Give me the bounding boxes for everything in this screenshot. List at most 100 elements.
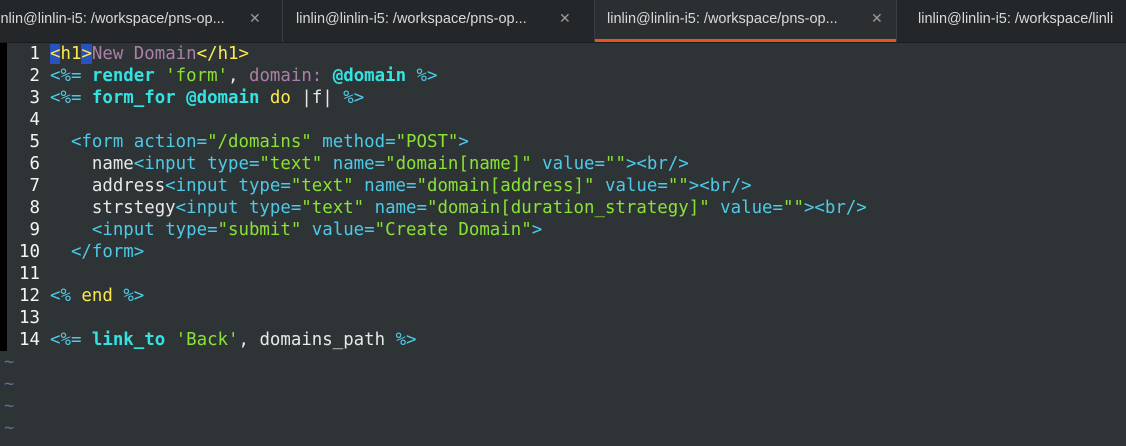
code-token: method= [322,132,396,152]
close-icon[interactable]: ✕ [249,11,261,27]
line-number: 5 [29,132,40,152]
line-number: 13 [19,308,40,328]
empty-line-marker: ~ [4,374,15,394]
code-text: strstegy<input type="text" name="domain[… [50,197,867,219]
code-line[interactable]: 8 strstegy<input type="text" name="domai… [0,197,1126,219]
code-line[interactable]: 9 <input type="submit" value="Create Dom… [0,219,1126,241]
code-token: %> [123,286,145,306]
code-token: "" [605,154,626,174]
code-text: name<input type="text" name="domain[name… [50,153,689,175]
code-line[interactable]: 13 [0,307,1126,329]
code-line[interactable]: 14 <%= link_to 'Back', domains_path %> [0,329,1126,351]
code-token: </ [196,44,218,64]
code-token: name= [332,154,386,174]
code-token: %> [416,66,438,86]
line-number: 4 [29,110,40,130]
code-text: <h1>New Domain</h1> [50,43,249,65]
code-token: New Domain [91,44,197,64]
code-token: > [458,132,469,152]
tab-title: linlin@linlin-i5: /workspace/pns-op... [296,11,527,27]
empty-line-marker: ~ [4,396,15,416]
code-token: "" [782,198,804,218]
code-token: render [91,66,155,86]
tab-4[interactable]: linlin@linlin-i5: /workspace/linli [897,0,1126,42]
code-line[interactable]: 5 <form action="/domains" method="POST"> [0,131,1126,153]
code-text: <form action="/domains" method="POST"> [50,131,469,153]
code-token: "text" [290,176,354,196]
code-token: <input [91,220,166,240]
code-line[interactable]: 7 address<input type="text" name="domain… [0,175,1126,197]
code-token: type= [207,154,260,174]
line-number: 6 [29,154,40,174]
code-text: <%= render 'form', domain: @domain %> [50,65,438,87]
line-number: 14 [19,330,40,350]
code-token: 'form' [165,66,229,86]
code-line[interactable]: 3 <%= form_for @domain do |f| %> [0,87,1126,109]
tab-3-active[interactable]: linlin@linlin-i5: /workspace/pns-op... ✕ [595,0,897,42]
code-token: "submit" [217,220,302,240]
code-line[interactable]: 11 [0,263,1126,285]
code-token: <%= [50,88,92,108]
close-icon[interactable]: ✕ [871,11,883,27]
code-line[interactable]: 1 <h1>New Domain</h1> [0,43,1126,65]
code-token: "domain[address]" [416,176,595,196]
code-token: < [50,44,61,64]
code-text: <% end %> [50,285,144,307]
tab-2[interactable]: linlin@linlin-i5: /workspace/pns-op... ✕ [283,0,595,42]
code-line[interactable]: 2 <%= render 'form', domain: @domain %> [0,65,1126,87]
code-line[interactable]: 4 [0,109,1126,131]
code-token: , [228,66,249,86]
line-number: 11 [19,264,40,284]
code-token: value= [604,176,668,196]
code-token: form_for [91,88,176,108]
line-number: 12 [19,286,40,306]
code-text: <input type="submit" value="Create Domai… [50,219,542,241]
code-token: action= [133,132,208,152]
code-token: ><br/> [688,176,752,196]
code-token: name= [374,198,427,218]
tab-1[interactable]: linlin@linlin-i5: /workspace/pns-op... ✕ [0,0,283,42]
line-number: 9 [29,220,40,240]
line-number: 8 [29,198,40,218]
code-line[interactable]: 10 </form> [0,241,1126,263]
code-text: <%= form_for @domain do |f| %> [50,87,364,109]
code-token: %> [343,88,365,108]
terminal-tab-bar: linlin@linlin-i5: /workspace/pns-op... ✕… [0,0,1126,43]
line-number: 2 [29,66,40,86]
code-token: , domains_path [238,330,396,350]
code-token: <%= [50,66,92,86]
code-token: @domain [332,66,407,86]
code-token: value= [311,220,375,240]
code-token: h1 [60,44,82,64]
code-token: <input [165,176,239,196]
close-icon[interactable]: ✕ [559,11,571,27]
code-token: "Create Domain" [374,220,532,240]
code-line[interactable]: 12 <% end %> [0,285,1126,307]
tab-title: linlin@linlin-i5: /workspace/linli [918,11,1114,27]
code-token: |f| [290,88,344,108]
line-number: 1 [29,44,40,64]
code-token: "text" [301,198,365,218]
line-number: 3 [29,88,40,108]
vim-editor[interactable]: 1 <h1>New Domain</h1> 2 <%= render 'form', … [0,43,1126,446]
code-token: do [269,88,291,108]
code-token: link_to [91,330,166,350]
code-token: end [81,286,113,306]
code-token: </form> [70,242,145,262]
code-token: "" [667,176,689,196]
code-token: <input [133,154,208,174]
code-line[interactable]: 6 name<input type="text" name="domain[na… [0,153,1126,175]
tab-title: linlin@linlin-i5: /workspace/pns-op... [607,11,838,27]
